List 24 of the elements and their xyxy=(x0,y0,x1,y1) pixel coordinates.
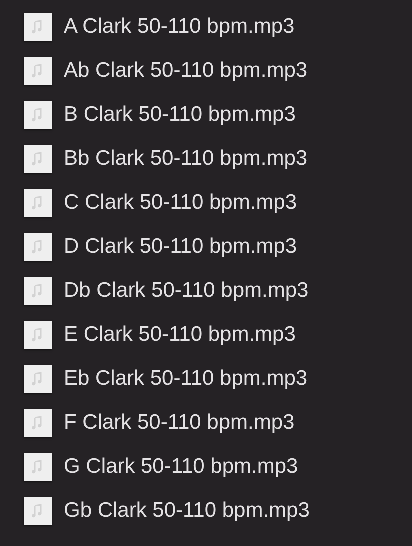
file-name[interactable]: Bb Clark 50-110 bpm.mp3 xyxy=(64,147,308,171)
audio-file-icon xyxy=(24,277,52,305)
file-name[interactable]: B Clark 50-110 bpm.mp3 xyxy=(64,103,296,127)
audio-file-icon xyxy=(24,189,52,217)
audio-file-icon xyxy=(24,365,52,393)
audio-file-icon xyxy=(24,101,52,129)
file-name[interactable]: G Clark 50-110 bpm.mp3 xyxy=(64,455,298,479)
audio-file-icon xyxy=(24,57,52,85)
file-name[interactable]: Ab Clark 50-110 bpm.mp3 xyxy=(64,59,308,83)
file-name[interactable]: D Clark 50-110 bpm.mp3 xyxy=(64,235,298,259)
audio-file-icon xyxy=(24,321,52,349)
audio-file-icon xyxy=(24,13,52,41)
audio-file-icon xyxy=(24,409,52,437)
file-name[interactable]: E Clark 50-110 bpm.mp3 xyxy=(64,323,296,347)
file-name[interactable]: C Clark 50-110 bpm.mp3 xyxy=(64,191,298,215)
audio-file-icon xyxy=(24,497,52,525)
audio-file-icon xyxy=(24,145,52,173)
file-name[interactable]: Db Clark 50-110 bpm.mp3 xyxy=(64,279,309,303)
file-name[interactable]: Gb Clark 50-110 bpm.mp3 xyxy=(64,499,310,523)
file-name[interactable]: A Clark 50-110 bpm.mp3 xyxy=(64,15,295,39)
file-name[interactable]: Eb Clark 50-110 bpm.mp3 xyxy=(64,367,308,391)
audio-file-icon xyxy=(24,453,52,481)
audio-file-icon xyxy=(24,233,52,261)
file-name[interactable]: F Clark 50-110 bpm.mp3 xyxy=(64,411,295,435)
